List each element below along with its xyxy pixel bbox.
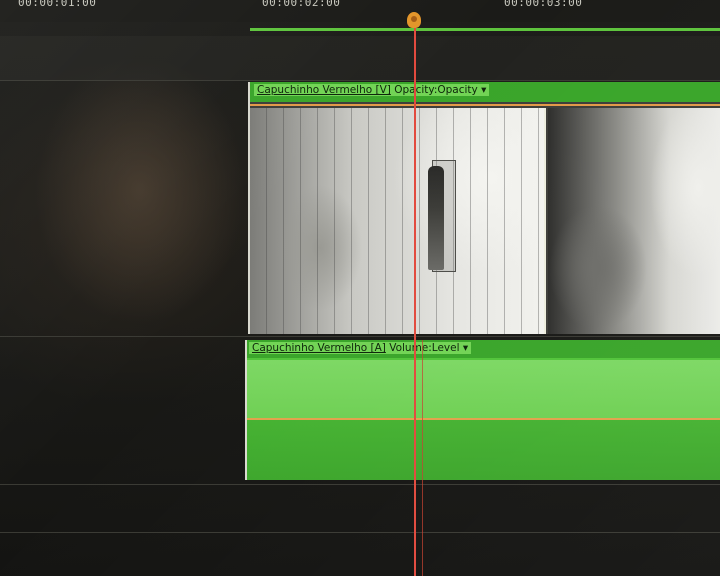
audio-effect-dropdown-icon[interactable]: ▾ <box>463 342 468 354</box>
audio-clip-title: Capuchinho Vermelho [A] Volume:Level ▾ <box>249 342 472 354</box>
track-divider <box>0 80 720 81</box>
video-thumbnail-1 <box>250 108 546 334</box>
audio-waveform-lower <box>247 420 720 480</box>
video-effect-label: Opacity:Opacity <box>394 84 478 96</box>
video-thumbnail-2 <box>548 108 720 334</box>
opacity-keyframe-line[interactable] <box>250 104 720 106</box>
video-clip[interactable]: Capuchinho Vermelho [V] Opacity:Opacity … <box>248 82 720 334</box>
video-clip-name: Capuchinho Vermelho [V] <box>257 84 391 96</box>
audio-effect-label: Volume:Level <box>389 342 460 354</box>
work-area-bar[interactable] <box>250 28 720 31</box>
video-effect-dropdown-icon[interactable]: ▾ <box>481 84 486 96</box>
audio-waveform-upper <box>247 360 720 418</box>
track-divider <box>0 484 720 485</box>
video-clip-header[interactable]: Capuchinho Vermelho [V] Opacity:Opacity … <box>250 82 720 102</box>
audio-clip[interactable]: Capuchinho Vermelho [A] Volume:Level ▾ <box>245 340 720 480</box>
timecode-2: 00:00:02:00 <box>262 0 341 9</box>
thumbnail-figure <box>428 166 444 270</box>
playhead-reflection-line <box>422 340 423 576</box>
track-divider <box>0 532 720 533</box>
audio-clip-header[interactable]: Capuchinho Vermelho [A] Volume:Level ▾ <box>247 340 720 358</box>
timecode-1: 00:00:01:00 <box>18 0 97 9</box>
empty-track-row <box>0 36 720 80</box>
audio-clip-name: Capuchinho Vermelho [A] <box>252 342 386 354</box>
playhead-handle-icon[interactable] <box>407 12 421 28</box>
timecode-3: 00:00:03:00 <box>504 0 583 9</box>
track-divider <box>0 336 720 337</box>
time-ruler[interactable]: 00:00:01:00 00:00:02:00 00:00:03:00 <box>0 0 720 22</box>
video-clip-title: Capuchinho Vermelho [V] Opacity:Opacity … <box>254 84 490 96</box>
playhead-line[interactable] <box>414 22 416 576</box>
